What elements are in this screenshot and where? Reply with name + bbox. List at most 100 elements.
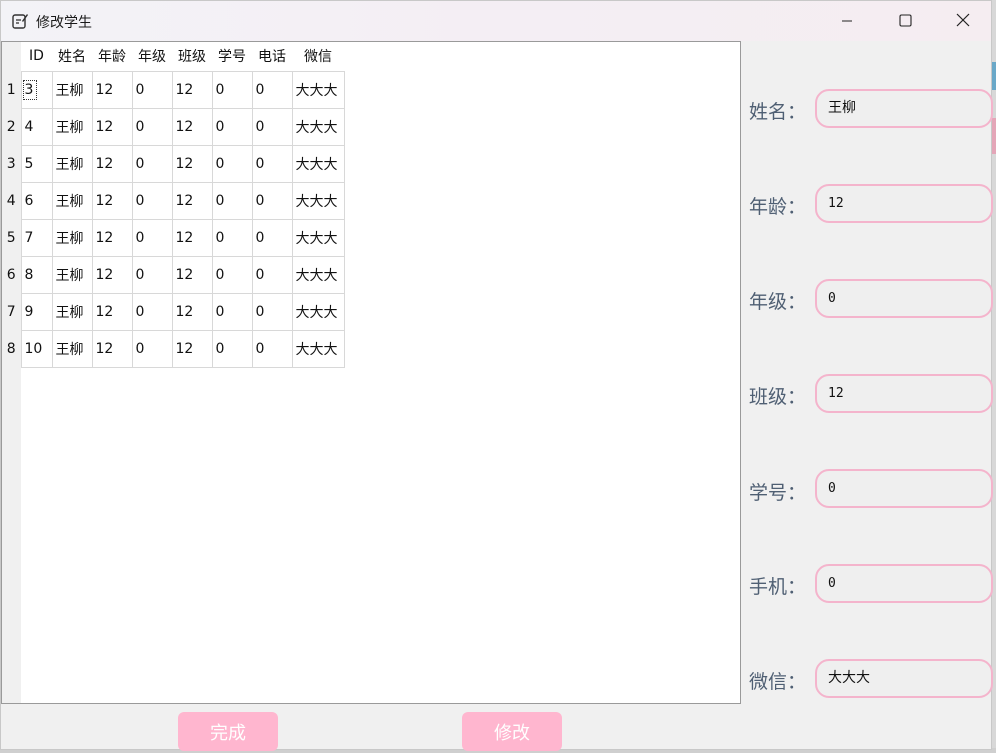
- student-table[interactable]: ID 姓名 年龄 年级 班级 学号 电话 微信 1 3 王柳 12 0 12 0 0 大大大 2 4…: [2, 42, 345, 368]
- cell-student-no[interactable]: 0: [211, 255, 253, 294]
- cell-name[interactable]: 王柳: [51, 70, 93, 109]
- cell-wechat[interactable]: 大大大: [291, 70, 345, 109]
- cell-grade[interactable]: 0: [131, 144, 173, 183]
- cell-phone[interactable]: 0: [251, 144, 293, 183]
- close-button[interactable]: [934, 1, 992, 41]
- cell-grade[interactable]: 0: [131, 107, 173, 146]
- table-row[interactable]: 3 5 王柳 12 0 12 0 0 大大大: [2, 144, 345, 183]
- column-header-grade[interactable]: 年级: [132, 42, 172, 71]
- cell-student-no[interactable]: 0: [211, 329, 253, 368]
- cell-name[interactable]: 王柳: [51, 329, 93, 368]
- cell-student-no[interactable]: 0: [211, 70, 253, 109]
- cell-wechat[interactable]: 大大大: [291, 181, 345, 220]
- grade-field[interactable]: 0: [815, 279, 993, 318]
- cell-id[interactable]: 3: [20, 70, 53, 109]
- row-header[interactable]: 2: [2, 108, 21, 145]
- cell-name[interactable]: 王柳: [51, 255, 93, 294]
- cell-id[interactable]: 9: [20, 292, 53, 331]
- row-header[interactable]: 1: [2, 71, 21, 108]
- cell-id[interactable]: 8: [20, 255, 53, 294]
- name-field[interactable]: 王柳: [815, 89, 993, 128]
- phone-field[interactable]: 0: [815, 564, 993, 603]
- cell-wechat[interactable]: 大大大: [291, 107, 345, 146]
- cell-id[interactable]: 6: [20, 181, 53, 220]
- row-header[interactable]: 5: [2, 219, 21, 256]
- table-row[interactable]: 2 4 王柳 12 0 12 0 0 大大大: [2, 107, 345, 146]
- done-button[interactable]: 完成: [178, 712, 278, 751]
- cell-name[interactable]: 王柳: [51, 144, 93, 183]
- cell-id[interactable]: 7: [20, 218, 53, 257]
- table-row[interactable]: 1 3 王柳 12 0 12 0 0 大大大: [2, 70, 345, 109]
- row-header[interactable]: 7: [2, 293, 21, 330]
- cell-student-no[interactable]: 0: [211, 181, 253, 220]
- cell-class[interactable]: 12: [171, 218, 213, 257]
- cell-class[interactable]: 12: [171, 107, 213, 146]
- cell-name[interactable]: 王柳: [51, 181, 93, 220]
- cell-age[interactable]: 12: [91, 107, 133, 146]
- cell-name[interactable]: 王柳: [51, 107, 93, 146]
- cell-age[interactable]: 12: [91, 181, 133, 220]
- student-no-field[interactable]: 0: [815, 469, 993, 508]
- cell-wechat[interactable]: 大大大: [291, 255, 345, 294]
- cell-student-no[interactable]: 0: [211, 292, 253, 331]
- cell-wechat[interactable]: 大大大: [291, 144, 345, 183]
- table-row[interactable]: 4 6 王柳 12 0 12 0 0 大大大: [2, 181, 345, 220]
- age-field[interactable]: 12: [815, 184, 993, 223]
- cell-grade[interactable]: 0: [131, 181, 173, 220]
- class-field[interactable]: 12: [815, 374, 993, 413]
- column-header-wechat[interactable]: 微信: [292, 42, 344, 71]
- student-table-view[interactable]: ID 姓名 年龄 年级 班级 学号 电话 微信 1 3 王柳 12 0 12 0 0 大大大 2 4…: [1, 41, 741, 704]
- column-header-age[interactable]: 年龄: [92, 42, 132, 71]
- edit-button[interactable]: 修改: [462, 712, 562, 751]
- cell-phone[interactable]: 0: [251, 218, 293, 257]
- maximize-button[interactable]: [876, 1, 934, 41]
- cell-age[interactable]: 12: [91, 218, 133, 257]
- cell-wechat[interactable]: 大大大: [291, 329, 345, 368]
- column-header-student-no[interactable]: 学号: [212, 42, 252, 71]
- cell-class[interactable]: 12: [171, 329, 213, 368]
- cell-name[interactable]: 王柳: [51, 292, 93, 331]
- cell-phone[interactable]: 0: [251, 70, 293, 109]
- table-row[interactable]: 5 7 王柳 12 0 12 0 0 大大大: [2, 218, 345, 257]
- cell-phone[interactable]: 0: [251, 292, 293, 331]
- column-header-phone[interactable]: 电话: [252, 42, 292, 71]
- cell-student-no[interactable]: 0: [211, 107, 253, 146]
- cell-class[interactable]: 12: [171, 70, 213, 109]
- table-row[interactable]: 7 9 王柳 12 0 12 0 0 大大大: [2, 292, 345, 331]
- cell-age[interactable]: 12: [91, 329, 133, 368]
- cell-phone[interactable]: 0: [251, 329, 293, 368]
- row-header[interactable]: 4: [2, 182, 21, 219]
- cell-class[interactable]: 12: [171, 181, 213, 220]
- cell-student-no[interactable]: 0: [211, 144, 253, 183]
- cell-student-no[interactable]: 0: [211, 218, 253, 257]
- row-header[interactable]: 3: [2, 145, 21, 182]
- row-header[interactable]: 8: [2, 330, 21, 367]
- cell-phone[interactable]: 0: [251, 255, 293, 294]
- cell-phone[interactable]: 0: [251, 107, 293, 146]
- cell-age[interactable]: 12: [91, 292, 133, 331]
- column-header-class[interactable]: 班级: [172, 42, 212, 71]
- cell-age[interactable]: 12: [91, 70, 133, 109]
- title-bar[interactable]: 修改学生: [1, 1, 991, 41]
- table-row[interactable]: 6 8 王柳 12 0 12 0 0 大大大: [2, 255, 345, 294]
- row-header[interactable]: 6: [2, 256, 21, 293]
- cell-wechat[interactable]: 大大大: [291, 218, 345, 257]
- cell-grade[interactable]: 0: [131, 70, 173, 109]
- cell-grade[interactable]: 0: [131, 218, 173, 257]
- cell-grade[interactable]: 0: [131, 255, 173, 294]
- cell-phone[interactable]: 0: [251, 181, 293, 220]
- column-header-name[interactable]: 姓名: [52, 42, 92, 71]
- cell-age[interactable]: 12: [91, 144, 133, 183]
- cell-grade[interactable]: 0: [131, 329, 173, 368]
- table-row[interactable]: 8 10 王柳 12 0 12 0 0 大大大: [2, 329, 345, 368]
- cell-class[interactable]: 12: [171, 144, 213, 183]
- minimize-button[interactable]: [818, 1, 876, 41]
- cell-wechat[interactable]: 大大大: [291, 292, 345, 331]
- cell-age[interactable]: 12: [91, 255, 133, 294]
- cell-class[interactable]: 12: [171, 292, 213, 331]
- cell-id[interactable]: 4: [20, 107, 53, 146]
- cell-id[interactable]: 5: [20, 144, 53, 183]
- cell-grade[interactable]: 0: [131, 292, 173, 331]
- column-header-id[interactable]: ID: [21, 42, 52, 71]
- cell-name[interactable]: 王柳: [51, 218, 93, 257]
